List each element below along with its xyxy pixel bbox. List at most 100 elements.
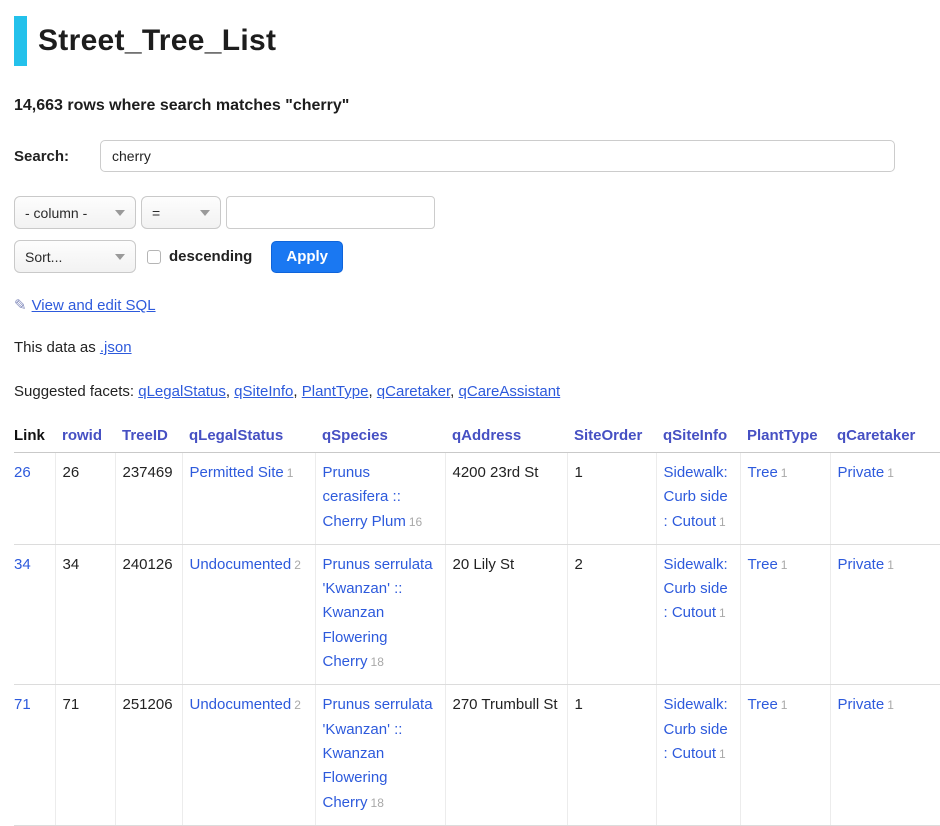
facet-count: 1 — [287, 466, 294, 480]
cell-TreeID: 237469 — [115, 453, 182, 545]
cell-qSiteInfo: Sidewalk: Curb side : Cutout1 — [656, 453, 740, 545]
column-header-link-PlantType[interactable]: PlantType — [747, 427, 818, 444]
column-select-value: - column - — [25, 205, 87, 221]
operator-select[interactable]: = — [141, 196, 221, 229]
page-title: Street_Tree_List — [38, 24, 276, 58]
facet-count: 1 — [781, 558, 788, 572]
sort-select-value: Sort... — [25, 249, 62, 265]
data-as-link-json[interactable]: .json — [100, 339, 132, 356]
cell-qSpecies: Prunus cerasifera :: Cherry Plum16 — [315, 453, 445, 545]
column-header-qSpecies: qSpecies — [315, 423, 445, 453]
facet-count: 2 — [294, 558, 301, 572]
cell-SiteOrder: 2 — [567, 544, 656, 684]
filter-value-input[interactable] — [226, 196, 435, 229]
descending-checkbox[interactable] — [147, 250, 161, 264]
column-header-link-qAddress[interactable]: qAddress — [452, 427, 521, 444]
cell-Link: 71 — [14, 685, 55, 825]
facet-count: 18 — [371, 796, 384, 810]
facet-link-qSiteInfo[interactable]: qSiteInfo — [234, 383, 293, 400]
facet-count: 1 — [887, 698, 894, 712]
column-header-Link: Link — [14, 423, 55, 453]
column-header-link-qSiteInfo[interactable]: qSiteInfo — [663, 427, 727, 444]
cell-TreeID: 240126 — [115, 544, 182, 684]
cell-qCaretaker: Private1 — [830, 685, 940, 825]
column-header-TreeID: TreeID — [115, 423, 182, 453]
sql-row: ✎ View and edit SQL — [14, 296, 940, 314]
cell-qAddress: 20 Lily St — [445, 544, 567, 684]
cell-link-qLegalStatus[interactable]: Undocumented — [190, 556, 292, 573]
column-header-qAddress: qAddress — [445, 423, 567, 453]
facet-link-PlantType[interactable]: PlantType — [302, 383, 369, 400]
chevron-down-icon — [115, 254, 125, 260]
row-count-summary: 14,663 rows where search matches "cherry… — [14, 97, 940, 115]
chevron-down-icon — [115, 210, 125, 216]
operator-select-value: = — [152, 205, 160, 221]
column-header-link-SiteOrder[interactable]: SiteOrder — [574, 427, 642, 444]
facet-count: 1 — [887, 466, 894, 480]
cell-Link: 34 — [14, 544, 55, 684]
facet-count: 1 — [781, 698, 788, 712]
table-body: 2626237469Permitted Site1Prunus cerasife… — [14, 453, 940, 826]
cell-link-qCaretaker[interactable]: Private — [838, 696, 885, 713]
facet-link-qLegalStatus[interactable]: qLegalStatus — [138, 383, 226, 400]
column-header-rowid: rowid — [55, 423, 115, 453]
column-header-link-qSpecies[interactable]: qSpecies — [322, 427, 388, 444]
table-head: Link rowid TreeID qLegalStatus qSpecies qAddr… — [14, 423, 940, 453]
cell-link-qCaretaker[interactable]: Private — [838, 556, 885, 573]
data-as-links: .json — [100, 339, 132, 356]
facet-link-qCareAssistant[interactable]: qCareAssistant — [459, 383, 561, 400]
cell-link-qLegalStatus[interactable]: Undocumented — [190, 696, 292, 713]
cell-link-PlantType[interactable]: Tree — [748, 696, 778, 713]
column-header-link-qLegalStatus[interactable]: qLegalStatus — [189, 427, 283, 444]
cell-PlantType: Tree1 — [740, 685, 830, 825]
cell-rowid: 26 — [55, 453, 115, 545]
cell-link-Link[interactable]: 34 — [14, 556, 31, 573]
cell-link-PlantType[interactable]: Tree — [748, 556, 778, 573]
table-row: 7171251206Undocumented2Prunus serrulata … — [14, 685, 940, 825]
search-label: Search: — [14, 148, 100, 165]
cell-qSiteInfo: Sidewalk: Curb side : Cutout1 — [656, 685, 740, 825]
table-row: 2626237469Permitted Site1Prunus cerasife… — [14, 453, 940, 545]
facet-count: 1 — [719, 515, 726, 529]
facet-count: 18 — [371, 655, 384, 669]
table-row: 3434240126Undocumented2Prunus serrulata … — [14, 544, 940, 684]
column-header-link-qCaretaker[interactable]: qCaretaker — [837, 427, 915, 444]
facet-count: 1 — [719, 606, 726, 620]
cell-link-qSpecies[interactable]: Prunus cerasifera :: Cherry Plum — [323, 464, 406, 530]
cell-qLegalStatus: Undocumented2 — [182, 544, 315, 684]
data-as-row: This data as .json — [14, 339, 940, 356]
cell-link-qSpecies[interactable]: Prunus serrulata 'Kwanzan' :: Kwanzan Fl… — [323, 696, 433, 810]
descending-label: descending — [169, 248, 252, 265]
cell-TreeID: 251206 — [115, 685, 182, 825]
cell-PlantType: Tree1 — [740, 544, 830, 684]
facet-count: 1 — [887, 558, 894, 572]
cell-link-qSpecies[interactable]: Prunus serrulata 'Kwanzan' :: Kwanzan Fl… — [323, 556, 433, 670]
column-header-link-rowid[interactable]: rowid — [62, 427, 102, 444]
cell-qCaretaker: Private1 — [830, 544, 940, 684]
cell-link-qCaretaker[interactable]: Private — [838, 464, 885, 481]
search-input[interactable] — [100, 140, 895, 172]
apply-button[interactable]: Apply — [271, 241, 343, 273]
view-edit-sql-link[interactable]: View and edit SQL — [32, 297, 156, 314]
cell-link-Link[interactable]: 26 — [14, 464, 31, 481]
sort-select[interactable]: Sort... — [14, 240, 136, 273]
cell-qCaretaker: Private1 — [830, 453, 940, 545]
cell-link-Link[interactable]: 71 — [14, 696, 31, 713]
accent-bar — [14, 16, 27, 66]
cell-link-qLegalStatus[interactable]: Permitted Site — [190, 464, 284, 481]
column-header-link-TreeID[interactable]: TreeID — [122, 427, 168, 444]
facet-count: 2 — [294, 698, 301, 712]
cell-link-PlantType[interactable]: Tree — [748, 464, 778, 481]
sort-row: Sort... descending Apply — [14, 240, 940, 273]
facet-count: 1 — [719, 747, 726, 761]
suggested-facets-prefix: Suggested facets: — [14, 383, 138, 400]
cell-qSiteInfo: Sidewalk: Curb side : Cutout1 — [656, 544, 740, 684]
column-header-qCaretaker: qCaretaker — [830, 423, 940, 453]
chevron-down-icon — [200, 210, 210, 216]
pencil-icon: ✎ — [14, 296, 27, 314]
column-select[interactable]: - column - — [14, 196, 136, 229]
cell-qAddress: 270 Trumbull St — [445, 685, 567, 825]
facet-link-qCaretaker[interactable]: qCaretaker — [377, 383, 450, 400]
cell-SiteOrder: 1 — [567, 453, 656, 545]
cell-qSpecies: Prunus serrulata 'Kwanzan' :: Kwanzan Fl… — [315, 685, 445, 825]
